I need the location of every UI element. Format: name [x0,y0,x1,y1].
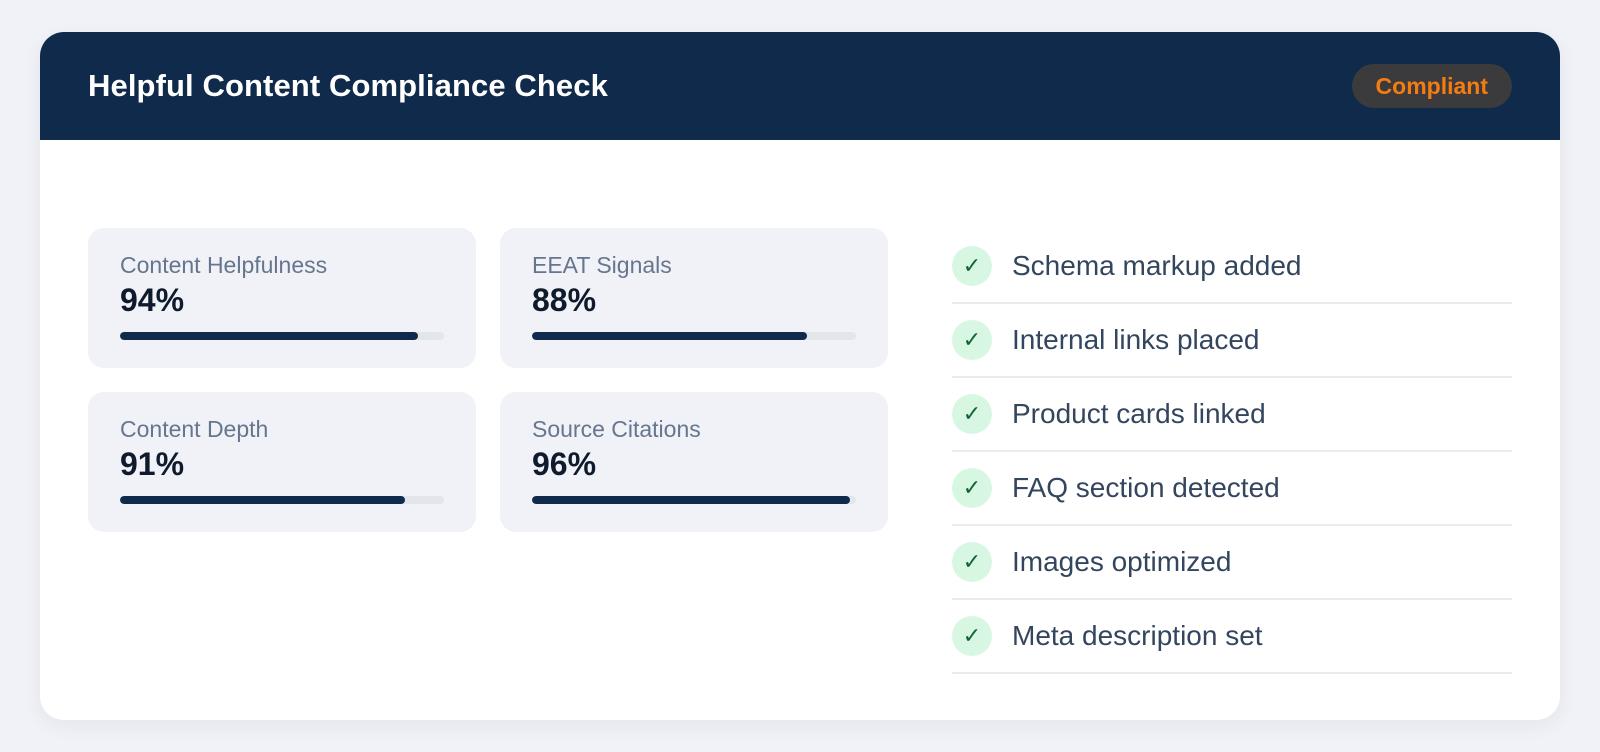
progress-fill [120,332,419,340]
metric-card-eeat-signals: EEAT Signals 88% [500,228,888,368]
compliance-card: Helpful Content Compliance Check Complia… [40,32,1560,720]
metric-label: Source Citations [532,416,701,442]
checklist-item-label: FAQ section detected [1012,472,1280,503]
check-icon: ✓ [952,320,992,360]
checklist-item-label: Images optimized [1012,546,1232,577]
metric-value: 96% [532,446,597,482]
card-body: Content Helpfulness 94% EEAT Signals 88%… [40,140,1560,720]
checklist-item-label: Meta description set [1012,620,1263,651]
progress-track [120,496,444,504]
checklist-item-label: Product cards linked [1012,398,1266,429]
page-title: Helpful Content Compliance Check [88,68,608,103]
metric-card-content-helpfulness: Content Helpfulness 94% [88,228,476,368]
progress-fill [532,496,850,504]
metric-card-source-citations: Source Citations 96% [500,392,888,532]
check-icon: ✓ [952,616,992,656]
check-icon: ✓ [952,246,992,286]
metric-card-content-depth: Content Depth 91% [88,392,476,532]
progress-track [532,332,856,340]
checklist: ✓ Schema markup added ✓ Internal links p… [952,230,1512,674]
metric-value: 91% [120,446,185,482]
metrics-grid: Content Helpfulness 94% EEAT Signals 88%… [88,228,888,532]
checklist-item: ✓ Schema markup added [952,230,1512,304]
progress-track [120,332,444,340]
progress-fill [120,496,406,504]
status-badge: Compliant [1351,64,1512,108]
checklist-item-label: Internal links placed [1012,324,1260,355]
checklist-item-label: Schema markup added [1012,250,1302,281]
metric-value: 94% [120,282,185,318]
progress-fill [532,332,808,340]
checklist-item: ✓ Product cards linked [952,378,1512,452]
checklist-item: ✓ Meta description set [952,600,1512,674]
check-icon: ✓ [952,542,992,582]
check-icon: ✓ [952,468,992,508]
metric-label: Content Helpfulness [120,252,328,278]
check-icon: ✓ [952,394,992,434]
checklist-item: ✓ Internal links placed [952,304,1512,378]
checklist-item: ✓ Images optimized [952,526,1512,600]
progress-track [532,496,856,504]
card-header: Helpful Content Compliance Check Complia… [40,32,1560,140]
metric-value: 88% [532,282,597,318]
checklist-item: ✓ FAQ section detected [952,452,1512,526]
metric-label: EEAT Signals [532,252,672,278]
metric-label: Content Depth [120,416,269,442]
